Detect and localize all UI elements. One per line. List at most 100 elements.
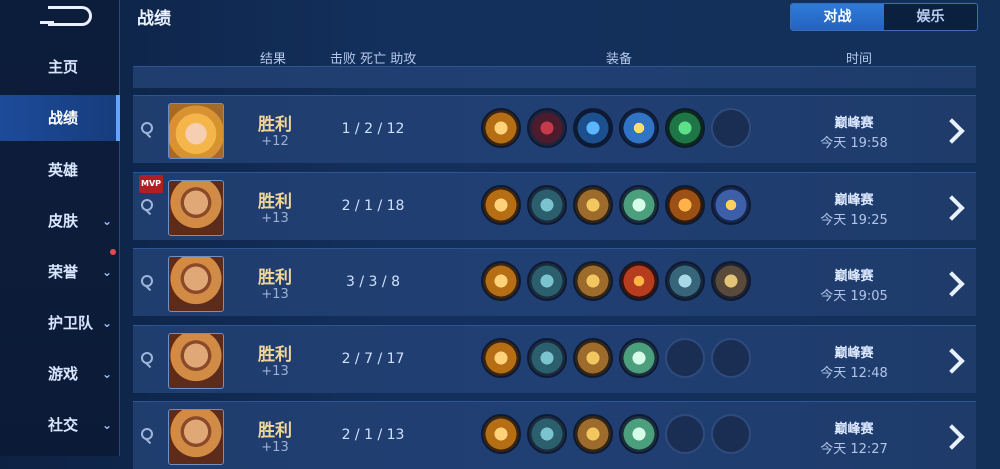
compare-icon[interactable] [141,275,153,287]
result-label: 胜利 [258,268,292,288]
compare-icon[interactable] [141,428,153,440]
hero-avatar [168,409,224,465]
equipment-list [481,261,751,301]
mvp-badge: MVP [139,175,163,193]
sidebar-item-3[interactable]: 皮肤 ⌄ [0,198,120,244]
match-time: 今天 12:27 [820,442,888,457]
match-row-partial [133,66,976,88]
equipment-item-icon [711,261,751,301]
tab-entertainment[interactable]: 娱乐 [884,4,977,30]
match-type: 巅峰赛 [834,346,874,361]
match-type: 巅峰赛 [834,269,874,284]
match-row[interactable]: 胜利 +13 2 / 1 / 13 巅峰赛 今天 12:27 [133,401,976,469]
notification-dot [110,249,116,255]
match-time: 今天 19:25 [820,213,888,228]
sidebar-item-2[interactable]: 英雄 [0,147,120,193]
empty-item-slot [711,414,751,454]
hero-avatar [168,256,224,312]
equipment-item-icon [619,414,659,454]
sidebar-item-label: 战绩 [48,109,79,127]
hero-avatar [168,103,224,159]
result-label: 胜利 [258,192,292,212]
match-row[interactable]: 胜利 +13 2 / 7 / 17 巅峰赛今天 12:48 [133,325,976,393]
chevron-down-icon: ⌄ [101,316,112,330]
match-type: 巅峰赛 [834,193,874,208]
hero-avatar [168,333,224,389]
sidebar-item-label: 皮肤 [48,212,79,230]
sidebar-item-label: 英雄 [48,161,79,179]
chevron-down-icon: ⌄ [101,367,112,381]
match-row[interactable]: MVP 胜利 +13 2 / 1 / 18 巅峰赛今天 19:25 [133,172,976,240]
back-icon[interactable] [40,6,92,26]
mode-tabs: 对战 娱乐 [790,3,978,31]
sidebar-item-1[interactable]: 战绩 [0,95,120,141]
sidebar-item-7[interactable]: 社交 ⌄ [0,402,120,448]
sidebar-item-0[interactable]: 主页 [0,44,120,90]
equipment-list [481,185,751,225]
equipment-item-icon [573,185,613,225]
empty-item-slot [665,338,705,378]
result-label: 胜利 [258,345,292,365]
result-label: 胜利 [258,115,292,135]
equipment-item-icon [573,338,613,378]
match-row[interactable]: 胜利 +13 3 / 3 / 8 巅峰赛 今天 19:05 [133,248,976,316]
sidebar: 主页 战绩 英雄 皮肤 ⌄ 荣誉 ⌄ 护卫队 ⌄ 游戏 ⌄ 社交 ⌄ [0,0,120,456]
equipment-item-icon [527,185,567,225]
equipment-item-icon [665,108,705,148]
match-time: 今天 12:48 [820,366,888,381]
equipment-item-icon [619,108,659,148]
kda-value: 1 / 2 / 12 [341,121,405,137]
kda-value: 2 / 1 / 18 [341,198,405,214]
kda-value: 2 / 7 / 17 [341,351,405,367]
sidebar-item-4[interactable]: 荣誉 ⌄ [0,249,120,295]
points-change: +13 [261,211,289,226]
kda-value: 2 / 1 / 13 [341,427,405,443]
chevron-right-icon[interactable] [939,195,965,221]
sidebar-item-label: 护卫队 [48,314,94,332]
equipment-item-icon [481,261,521,301]
equipment-item-icon [573,261,613,301]
column-equipment: 装备 [606,52,633,67]
empty-item-slot [665,414,705,454]
equipment-list [481,414,751,454]
sidebar-item-5[interactable]: 护卫队 ⌄ [0,300,120,346]
equipment-item-icon [527,338,567,378]
equipment-item-icon [619,261,659,301]
points-change: +12 [261,134,289,149]
column-time: 时间 [846,52,873,67]
sidebar-item-label: 社交 [48,416,79,434]
equipment-item-icon [527,414,567,454]
empty-item-slot [711,108,751,148]
empty-item-slot [711,338,751,378]
compare-icon[interactable] [141,122,153,134]
match-time: 今天 19:05 [820,289,888,304]
match-type: 巅峰赛 [834,422,874,437]
column-result: 结果 [260,52,287,67]
tab-battle[interactable]: 对战 [791,4,884,30]
match-time: 今天 19:58 [820,136,888,151]
chevron-right-icon[interactable] [939,118,965,144]
chevron-right-icon[interactable] [939,424,965,450]
points-change: +13 [261,287,289,302]
equipment-item-icon [619,338,659,378]
equipment-item-icon [481,185,521,225]
sidebar-item-label: 荣誉 [48,263,79,281]
compare-icon[interactable] [141,352,153,364]
chevron-down-icon: ⌄ [101,214,112,228]
equipment-item-icon [481,108,521,148]
chevron-right-icon[interactable] [939,271,965,297]
result-label: 胜利 [258,421,292,441]
equipment-item-icon [481,338,521,378]
equipment-item-icon [665,185,705,225]
match-row[interactable]: 胜利 +12 1 / 2 / 12 巅峰赛 今天 19:58 [133,95,976,163]
points-change: +13 [261,364,289,379]
chevron-right-icon[interactable] [939,348,965,374]
sidebar-item-6[interactable]: 游戏 ⌄ [0,351,120,397]
compare-icon[interactable] [141,199,153,211]
sidebar-item-label: 游戏 [48,365,79,383]
equipment-item-icon [573,108,613,148]
equipment-item-icon [481,414,521,454]
chevron-down-icon: ⌄ [101,418,112,432]
column-kda: 击败 死亡 助攻 [330,52,417,67]
equipment-item-icon [711,185,751,225]
